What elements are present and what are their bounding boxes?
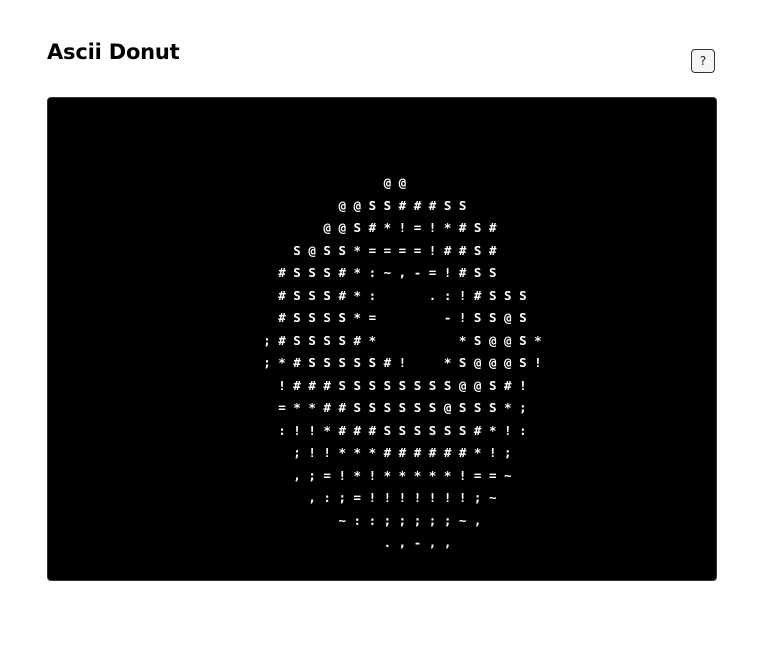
question-icon: ?: [699, 54, 707, 68]
page-title: Ascii Donut: [47, 40, 180, 64]
donut-canvas: @ @ @ @ S S # # # S S @ @ S # * ! = ! * …: [47, 97, 717, 581]
page: Ascii Donut ? @ @ @ @ S S # # # S S @ @ …: [0, 0, 763, 647]
help-button[interactable]: ?: [691, 49, 715, 73]
ascii-donut-art: @ @ @ @ S S # # # S S @ @ S # * ! = ! * …: [263, 175, 542, 550]
